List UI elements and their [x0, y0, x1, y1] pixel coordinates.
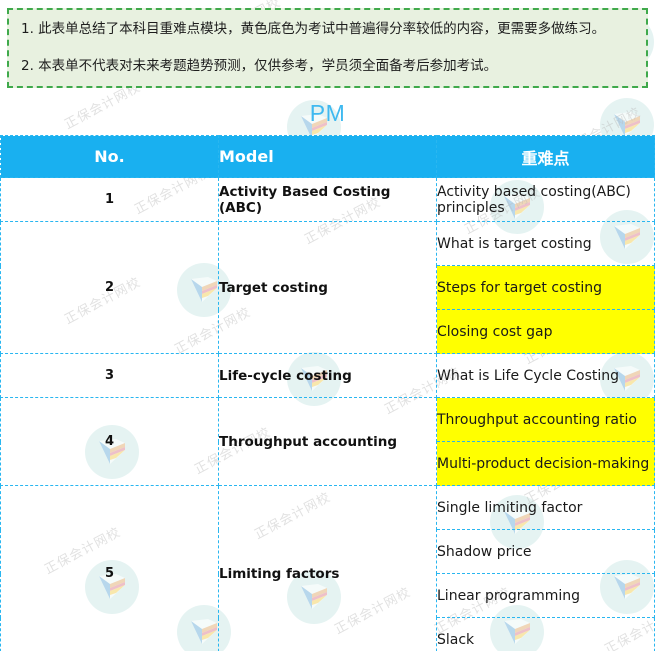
row-number-cell: 3: [0, 353, 219, 398]
page-title: PM: [309, 100, 346, 126]
model-cell: Throughput accounting: [218, 397, 437, 486]
topic-cell: What is target costing: [436, 221, 655, 266]
table-header: No. Model 重难点: [0, 135, 655, 178]
model-cell: Life-cycle costing: [218, 353, 437, 398]
model-cell: Target costing: [218, 221, 437, 354]
notice-line-2: 2. 本表单不代表对未来考题趋势预测，仅供参考，学员须全面备考后参加考试。: [21, 57, 498, 74]
table-body: 1 Activity Based Costing (ABC) Activity ba…: [0, 177, 655, 651]
table-row: 3 Life-cycle costing What is Life Cycle Co…: [0, 353, 655, 398]
table-row: 1 Activity Based Costing (ABC) Activity ba…: [0, 177, 655, 222]
table-header-row: No. Model 重难点: [0, 135, 655, 178]
row-number-cell: 1: [0, 177, 219, 222]
row-number-cell: 2: [0, 221, 219, 354]
table-row: 5 Limiting factors Single limiting factor: [0, 485, 655, 651]
topic-cell: Activity based costing(ABC) principles: [436, 177, 655, 222]
row-number-cell: 4: [0, 397, 219, 486]
topics-table-container: No. Model 重难点 1 Activity Based Costing (A…: [0, 135, 655, 651]
notice-line-1: 1. 此表单总结了本科目重难点模块，黄色底色为考试中普遍得分率较低的内容，更需要…: [21, 21, 606, 37]
topic-cell-highlighted: Steps for target costing: [436, 265, 655, 310]
topic-cell-highlighted: Closing cost gap: [436, 309, 655, 354]
topics-table: No. Model 重难点 1 Activity Based Costing (A…: [0, 135, 655, 651]
table-row: 4 Throughput accounting Throughput account…: [0, 397, 655, 486]
topic-cell: Single limiting factor: [436, 485, 655, 530]
column-header-no: No.: [0, 135, 219, 178]
topic-cell: Shadow price: [436, 529, 655, 574]
topic-cell-highlighted: Throughput accounting ratio: [436, 397, 655, 442]
topic-cell: What is Life Cycle Costing: [436, 353, 655, 398]
topic-cell: Linear programming: [436, 573, 655, 618]
column-header-model: Model: [218, 135, 437, 178]
topic-cell-highlighted: Multi-product decision-making: [436, 441, 655, 486]
page-root: 1. 此表单总结了本科目重难点模块，黄色底色为考试中普遍得分率较低的内容，更需要…: [0, 0, 655, 651]
topic-cell: Slack: [436, 617, 655, 651]
table-row: 2 Target costing What is target costing: [0, 221, 655, 354]
row-number-cell: 5: [0, 485, 219, 651]
column-header-topic: 重难点: [436, 135, 655, 178]
model-cell: Limiting factors: [218, 485, 437, 651]
notice-box: 1. 此表单总结了本科目重难点模块，黄色底色为考试中普遍得分率较低的内容，更需要…: [7, 8, 648, 88]
model-cell: Activity Based Costing (ABC): [218, 177, 437, 222]
